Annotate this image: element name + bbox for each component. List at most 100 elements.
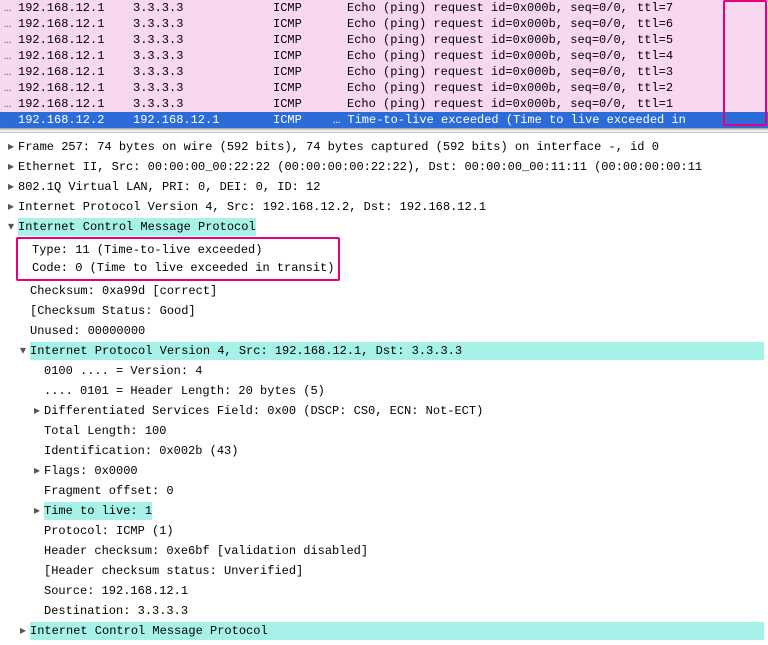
inner-ttl-text: Time to live: 1 <box>44 502 152 520</box>
col-destination: 3.3.3.3 <box>133 33 273 47</box>
inner-hchk-status-row[interactable]: [Header checksum status: Unverified] <box>2 561 766 581</box>
ipv4-inner-row[interactable]: ▾Internet Protocol Version 4, Src: 192.1… <box>2 341 766 361</box>
packet-row[interactable]: …192.168.12.13.3.3.3ICMP Echo (ping) req… <box>0 96 768 112</box>
packet-row[interactable]: …192.168.12.13.3.3.3ICMP Echo (ping) req… <box>0 48 768 64</box>
inner-fragoff-row[interactable]: Fragment offset: 0 <box>2 481 766 501</box>
col-source: 192.168.12.1 <box>18 65 133 79</box>
packet-row[interactable]: …192.168.12.2192.168.12.1ICMP… Time-to-l… <box>0 112 768 128</box>
ellipsis-icon: … <box>4 81 18 95</box>
col-protocol: ICMP <box>273 33 333 47</box>
inner-hlen-row[interactable]: .... 0101 = Header Length: 20 bytes (5) <box>2 381 766 401</box>
inner-id-row[interactable]: Identification: 0x002b (43) <box>2 441 766 461</box>
ellipsis-icon <box>333 33 347 47</box>
inner-dsf-text: Differentiated Services Field: 0x00 (DSC… <box>44 402 483 420</box>
inner-hchk-row[interactable]: Header checksum: 0xe6bf [validation disa… <box>2 541 766 561</box>
col-protocol: ICMP <box>273 17 333 31</box>
chevron-right-icon: ▸ <box>4 178 18 196</box>
chevron-down-icon: ▾ <box>4 218 18 236</box>
inner-flags-text: Flags: 0x0000 <box>44 462 138 480</box>
icmp-header-text: Internet Control Message Protocol <box>18 218 256 236</box>
ellipsis-icon: … <box>4 33 18 47</box>
packet-list[interactable]: …192.168.12.13.3.3.3ICMP Echo (ping) req… <box>0 0 768 129</box>
col-source: 192.168.12.1 <box>18 97 133 111</box>
col-info: Echo (ping) request id=0x000b, seq=0/0, … <box>347 49 764 63</box>
checksum-status-row[interactable]: [Checksum Status: Good] <box>2 301 766 321</box>
inner-dst-row[interactable]: Destination: 3.3.3.3 <box>2 601 766 621</box>
chevron-right-icon: ▸ <box>30 402 44 420</box>
vlan-row[interactable]: ▸802.1Q Virtual LAN, PRI: 0, DEI: 0, ID:… <box>2 177 766 197</box>
col-source: 192.168.12.1 <box>18 49 133 63</box>
checksum-text: Checksum: 0xa99d [correct] <box>30 282 217 300</box>
ttl-value: ttl=2 <box>635 81 675 95</box>
col-info: Echo (ping) request id=0x000b, seq=0/0, … <box>347 1 764 15</box>
col-destination: 192.168.12.1 <box>133 113 273 127</box>
chevron-right-icon: ▸ <box>4 158 18 176</box>
checksum-status-text: [Checksum Status: Good] <box>30 302 196 320</box>
chevron-right-icon: ▸ <box>30 502 44 520</box>
chevron-right-icon: ▸ <box>16 622 30 640</box>
ellipsis-icon <box>333 49 347 63</box>
packet-row[interactable]: …192.168.12.13.3.3.3ICMP Echo (ping) req… <box>0 0 768 16</box>
ttl-value: ttl=6 <box>635 17 675 31</box>
col-destination: 3.3.3.3 <box>133 81 273 95</box>
inner-proto-text: Protocol: ICMP (1) <box>44 522 174 540</box>
frame-row[interactable]: ▸Frame 257: 74 bytes on wire (592 bits),… <box>2 137 766 157</box>
ellipsis-icon: … <box>4 17 18 31</box>
inner-hchk-status-text: [Header checksum status: Unverified] <box>44 562 303 580</box>
ttl-value: ttl=7 <box>635 1 675 15</box>
checksum-row[interactable]: Checksum: 0xa99d [correct] <box>2 281 766 301</box>
ipv4-outer-row[interactable]: ▸Internet Protocol Version 4, Src: 192.1… <box>2 197 766 217</box>
ipv4-inner-text: Internet Protocol Version 4, Src: 192.16… <box>30 342 764 360</box>
col-destination: 3.3.3.3 <box>133 97 273 111</box>
ellipsis-icon <box>333 65 347 79</box>
packet-details[interactable]: ▸Frame 257: 74 bytes on wire (592 bits),… <box>0 133 768 645</box>
packet-row[interactable]: …192.168.12.13.3.3.3ICMP Echo (ping) req… <box>0 80 768 96</box>
inner-version-text: 0100 .... = Version: 4 <box>44 362 202 380</box>
vlan-text: 802.1Q Virtual LAN, PRI: 0, DEI: 0, ID: … <box>18 178 320 196</box>
ellipsis-icon: … <box>4 49 18 63</box>
icmp-code: Code: 0 (Time to live exceeded in transi… <box>32 259 334 277</box>
col-info: Echo (ping) request id=0x000b, seq=0/0, … <box>347 81 764 95</box>
icmp-inner-row[interactable]: ▸Internet Control Message Protocol <box>2 621 766 641</box>
ttl-value: ttl=3 <box>635 65 675 79</box>
inner-tlen-text: Total Length: 100 <box>44 422 166 440</box>
unused-row[interactable]: Unused: 00000000 <box>2 321 766 341</box>
inner-hchk-text: Header checksum: 0xe6bf [validation disa… <box>44 542 368 560</box>
inner-dst-text: Destination: 3.3.3.3 <box>44 602 188 620</box>
ellipsis-icon: … <box>4 113 18 127</box>
packet-row[interactable]: …192.168.12.13.3.3.3ICMP Echo (ping) req… <box>0 32 768 48</box>
ellipsis-icon: … <box>4 97 18 111</box>
col-destination: 3.3.3.3 <box>133 1 273 15</box>
inner-src-row[interactable]: Source: 192.168.12.1 <box>2 581 766 601</box>
ethernet-row[interactable]: ▸Ethernet II, Src: 00:00:00_00:22:22 (00… <box>2 157 766 177</box>
col-protocol: ICMP <box>273 1 333 15</box>
col-protocol: ICMP <box>273 49 333 63</box>
col-destination: 3.3.3.3 <box>133 65 273 79</box>
unused-text: Unused: 00000000 <box>30 322 145 340</box>
inner-ttl-row[interactable]: ▸Time to live: 1 <box>2 501 766 521</box>
ttl-value: ttl=4 <box>635 49 675 63</box>
packet-row[interactable]: …192.168.12.13.3.3.3ICMP Echo (ping) req… <box>0 64 768 80</box>
col-source: 192.168.12.1 <box>18 33 133 47</box>
inner-dsf-row[interactable]: ▸Differentiated Services Field: 0x00 (DS… <box>2 401 766 421</box>
inner-version-row[interactable]: 0100 .... = Version: 4 <box>2 361 766 381</box>
inner-flags-row[interactable]: ▸Flags: 0x0000 <box>2 461 766 481</box>
col-info: Echo (ping) request id=0x000b, seq=0/0, … <box>347 33 764 47</box>
icmp-inner-text: Internet Control Message Protocol <box>30 622 764 640</box>
col-source: 192.168.12.1 <box>18 1 133 15</box>
icmp-row[interactable]: ▾Internet Control Message Protocol <box>2 217 766 237</box>
col-destination: 3.3.3.3 <box>133 49 273 63</box>
col-source: 192.168.12.1 <box>18 81 133 95</box>
chevron-right-icon: ▸ <box>4 198 18 216</box>
col-info: Echo (ping) request id=0x000b, seq=0/0, … <box>347 97 764 111</box>
ipv4-outer-text: Internet Protocol Version 4, Src: 192.16… <box>18 198 486 216</box>
icmp-type: Type: 11 (Time-to-live exceeded) <box>32 241 334 259</box>
col-protocol: ICMP <box>273 65 333 79</box>
packet-row[interactable]: …192.168.12.13.3.3.3ICMP Echo (ping) req… <box>0 16 768 32</box>
chevron-down-icon: ▾ <box>16 342 30 360</box>
ellipsis-icon: … <box>4 65 18 79</box>
inner-proto-row[interactable]: Protocol: ICMP (1) <box>2 521 766 541</box>
frame-text: Frame 257: 74 bytes on wire (592 bits), … <box>18 138 659 156</box>
inner-tlen-row[interactable]: Total Length: 100 <box>2 421 766 441</box>
col-info: … Time-to-live exceeded (Time to live ex… <box>333 113 764 127</box>
